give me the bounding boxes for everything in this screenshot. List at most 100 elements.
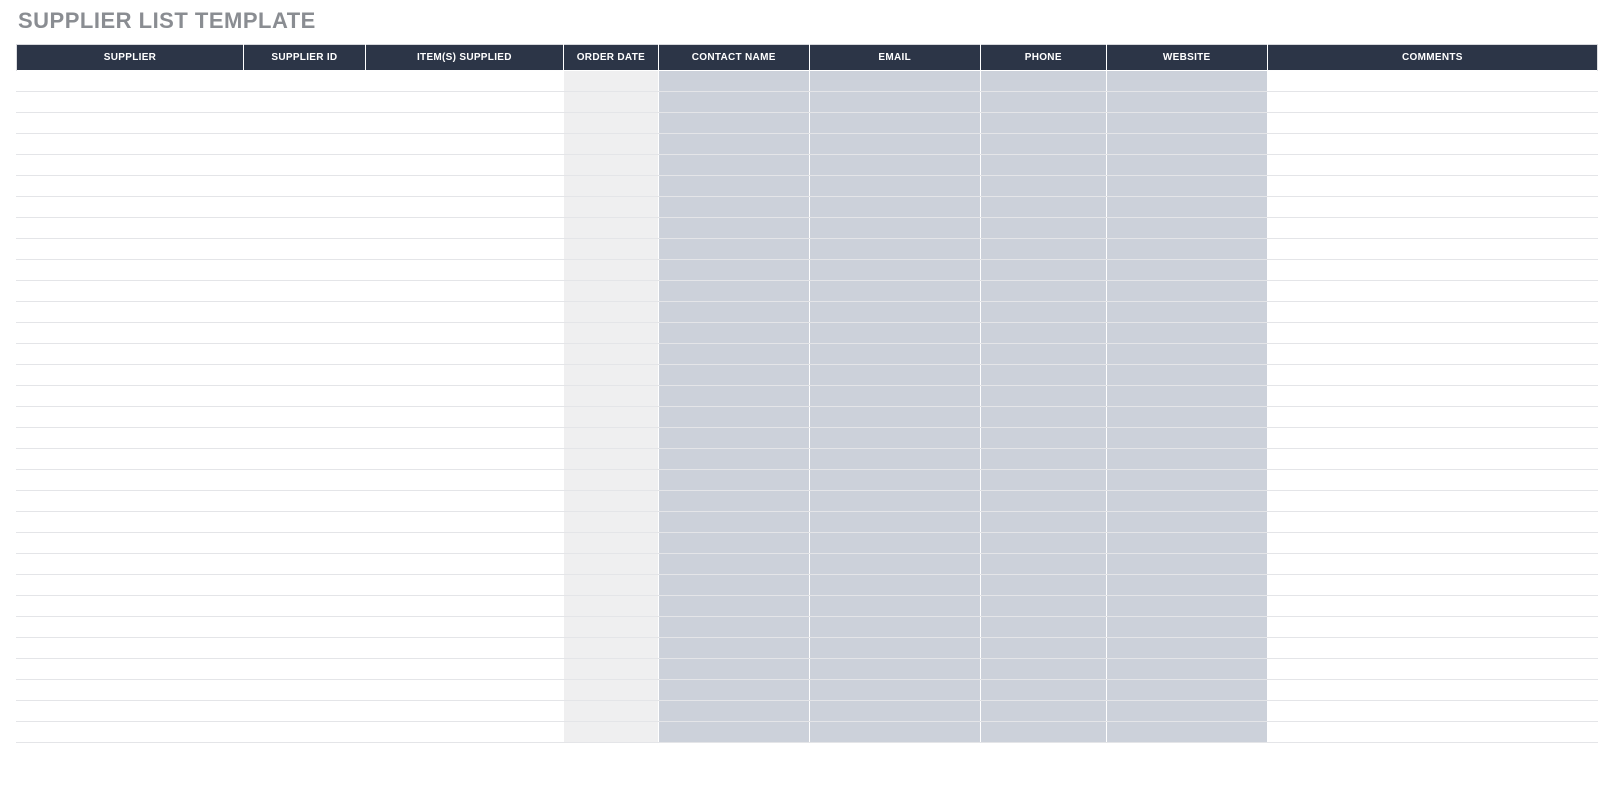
cell-supplier_id[interactable] <box>244 344 366 365</box>
cell-supplier_id[interactable] <box>244 386 366 407</box>
cell-email[interactable] <box>809 92 980 113</box>
cell-website[interactable] <box>1106 239 1267 260</box>
cell-contact[interactable] <box>658 701 809 722</box>
cell-order_date[interactable] <box>563 491 658 512</box>
cell-email[interactable] <box>809 449 980 470</box>
cell-contact[interactable] <box>658 428 809 449</box>
cell-contact[interactable] <box>658 260 809 281</box>
cell-supplier_id[interactable] <box>244 722 366 743</box>
cell-email[interactable] <box>809 260 980 281</box>
cell-email[interactable] <box>809 407 980 428</box>
cell-website[interactable] <box>1106 365 1267 386</box>
cell-items[interactable] <box>365 197 563 218</box>
cell-contact[interactable] <box>658 575 809 596</box>
cell-supplier[interactable] <box>17 722 244 743</box>
cell-supplier[interactable] <box>17 449 244 470</box>
cell-items[interactable] <box>365 512 563 533</box>
cell-order_date[interactable] <box>563 470 658 491</box>
cell-supplier[interactable] <box>17 638 244 659</box>
cell-email[interactable] <box>809 176 980 197</box>
cell-website[interactable] <box>1106 638 1267 659</box>
cell-supplier[interactable] <box>17 428 244 449</box>
cell-email[interactable] <box>809 344 980 365</box>
cell-email[interactable] <box>809 71 980 92</box>
cell-comments[interactable] <box>1267 428 1597 449</box>
cell-supplier_id[interactable] <box>244 701 366 722</box>
cell-items[interactable] <box>365 407 563 428</box>
cell-items[interactable] <box>365 92 563 113</box>
cell-items[interactable] <box>365 701 563 722</box>
cell-website[interactable] <box>1106 302 1267 323</box>
cell-contact[interactable] <box>658 596 809 617</box>
cell-supplier_id[interactable] <box>244 260 366 281</box>
cell-contact[interactable] <box>658 533 809 554</box>
cell-phone[interactable] <box>980 323 1106 344</box>
cell-comments[interactable] <box>1267 512 1597 533</box>
cell-website[interactable] <box>1106 386 1267 407</box>
cell-items[interactable] <box>365 260 563 281</box>
cell-phone[interactable] <box>980 575 1106 596</box>
cell-comments[interactable] <box>1267 701 1597 722</box>
cell-phone[interactable] <box>980 617 1106 638</box>
cell-contact[interactable] <box>658 680 809 701</box>
cell-phone[interactable] <box>980 92 1106 113</box>
cell-comments[interactable] <box>1267 659 1597 680</box>
cell-website[interactable] <box>1106 512 1267 533</box>
cell-phone[interactable] <box>980 659 1106 680</box>
cell-website[interactable] <box>1106 596 1267 617</box>
cell-phone[interactable] <box>980 71 1106 92</box>
cell-supplier[interactable] <box>17 92 244 113</box>
cell-items[interactable] <box>365 491 563 512</box>
cell-supplier_id[interactable] <box>244 302 366 323</box>
cell-website[interactable] <box>1106 428 1267 449</box>
cell-items[interactable] <box>365 470 563 491</box>
cell-comments[interactable] <box>1267 449 1597 470</box>
cell-website[interactable] <box>1106 449 1267 470</box>
cell-supplier_id[interactable] <box>244 575 366 596</box>
cell-order_date[interactable] <box>563 218 658 239</box>
cell-comments[interactable] <box>1267 92 1597 113</box>
cell-supplier_id[interactable] <box>244 596 366 617</box>
cell-comments[interactable] <box>1267 134 1597 155</box>
cell-order_date[interactable] <box>563 386 658 407</box>
cell-items[interactable] <box>365 113 563 134</box>
cell-email[interactable] <box>809 617 980 638</box>
cell-comments[interactable] <box>1267 386 1597 407</box>
cell-supplier[interactable] <box>17 323 244 344</box>
cell-supplier[interactable] <box>17 680 244 701</box>
cell-email[interactable] <box>809 722 980 743</box>
cell-phone[interactable] <box>980 449 1106 470</box>
cell-email[interactable] <box>809 533 980 554</box>
cell-email[interactable] <box>809 239 980 260</box>
cell-comments[interactable] <box>1267 491 1597 512</box>
cell-contact[interactable] <box>658 617 809 638</box>
cell-phone[interactable] <box>980 197 1106 218</box>
cell-supplier[interactable] <box>17 407 244 428</box>
cell-contact[interactable] <box>658 365 809 386</box>
cell-comments[interactable] <box>1267 197 1597 218</box>
cell-supplier[interactable] <box>17 155 244 176</box>
cell-order_date[interactable] <box>563 638 658 659</box>
cell-phone[interactable] <box>980 281 1106 302</box>
cell-email[interactable] <box>809 365 980 386</box>
cell-supplier_id[interactable] <box>244 533 366 554</box>
cell-order_date[interactable] <box>563 239 658 260</box>
cell-comments[interactable] <box>1267 680 1597 701</box>
cell-phone[interactable] <box>980 239 1106 260</box>
cell-items[interactable] <box>365 428 563 449</box>
cell-contact[interactable] <box>658 176 809 197</box>
cell-email[interactable] <box>809 470 980 491</box>
cell-comments[interactable] <box>1267 323 1597 344</box>
cell-contact[interactable] <box>658 491 809 512</box>
cell-website[interactable] <box>1106 323 1267 344</box>
cell-website[interactable] <box>1106 617 1267 638</box>
cell-supplier_id[interactable] <box>244 365 366 386</box>
cell-contact[interactable] <box>658 722 809 743</box>
cell-items[interactable] <box>365 134 563 155</box>
cell-supplier[interactable] <box>17 512 244 533</box>
cell-supplier[interactable] <box>17 491 244 512</box>
cell-items[interactable] <box>365 323 563 344</box>
cell-supplier[interactable] <box>17 344 244 365</box>
cell-contact[interactable] <box>658 281 809 302</box>
cell-comments[interactable] <box>1267 239 1597 260</box>
